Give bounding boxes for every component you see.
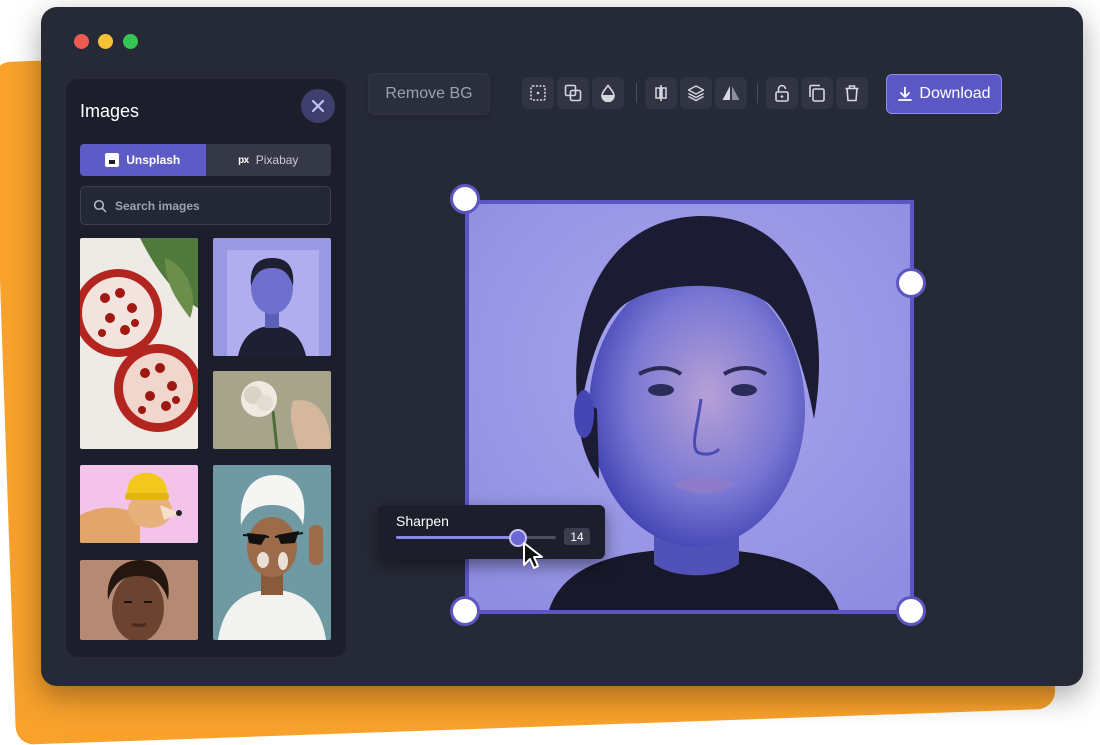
search-icon (93, 199, 107, 212)
app-window: Images Unsplash px Pixabay Search images… (41, 7, 1083, 686)
window-close-button[interactable] (74, 34, 89, 49)
grid-button[interactable] (522, 77, 554, 109)
download-button[interactable]: Download (886, 74, 1002, 114)
rose-image (213, 371, 331, 449)
download-label: Download (919, 85, 991, 102)
overlap-button[interactable] (557, 77, 589, 109)
tab-label: Pixabay (255, 153, 299, 167)
remove-bg-button[interactable]: Remove BG (368, 73, 490, 115)
download-icon (898, 86, 913, 101)
search-input[interactable] (113, 197, 317, 214)
portrait-image (213, 238, 331, 356)
duplicate-button[interactable] (801, 77, 833, 109)
unsplash-logo-icon (105, 153, 120, 167)
source-tabs: Unsplash px Pixabay (80, 144, 331, 176)
towel-woman-image (213, 465, 331, 640)
resize-handle-bottom-right[interactable] (896, 596, 926, 626)
pomegranate-image (80, 238, 198, 449)
image-thumbnail-portrait[interactable] (80, 560, 198, 640)
unlock-icon (775, 84, 789, 102)
search-box (80, 186, 331, 225)
close-icon (311, 99, 325, 113)
toolbar-separator (636, 83, 637, 103)
resize-handle-bottom-left[interactable] (450, 596, 480, 626)
toolbar-separator (757, 83, 758, 103)
grid-icon (530, 85, 546, 101)
panel-title: Images (80, 101, 140, 121)
delete-button[interactable] (836, 77, 868, 109)
duplicate-icon (809, 84, 825, 102)
image-thumbnail-rose[interactable] (213, 371, 331, 449)
align-button[interactable] (645, 77, 677, 109)
resize-handle-right[interactable] (896, 268, 926, 298)
delete-icon (845, 85, 859, 102)
opacity-drop-icon (601, 84, 615, 102)
dog-image (80, 465, 198, 543)
sharpen-slider-fill (396, 536, 518, 539)
sharpen-label: Sharpen (396, 513, 449, 529)
tab-pixabay[interactable]: px Pixabay (206, 144, 332, 176)
tab-unsplash[interactable]: Unsplash (80, 144, 206, 176)
sharpen-slider[interactable] (396, 529, 556, 547)
woman-portrait-image (80, 560, 198, 640)
lock-button[interactable] (766, 77, 798, 109)
image-thumbnail-dog[interactable] (80, 465, 198, 543)
layers-button[interactable] (680, 77, 712, 109)
window-maximize-button[interactable] (123, 34, 138, 49)
images-panel: Images Unsplash px Pixabay (66, 79, 346, 657)
sharpen-control: Sharpen 14 (378, 505, 605, 559)
overlap-icon (564, 84, 582, 102)
window-minimize-button[interactable] (98, 34, 113, 49)
image-thumbnail-pomegranates[interactable] (80, 238, 198, 449)
align-center-icon (655, 85, 667, 101)
opacity-button[interactable] (592, 77, 624, 109)
layers-icon (687, 85, 705, 102)
flip-button[interactable] (715, 77, 747, 109)
pixabay-logo-icon: px (238, 154, 249, 166)
image-thumbnail-towel-woman[interactable] (213, 465, 331, 640)
close-panel-button[interactable] (301, 89, 335, 123)
sharpen-value: 14 (564, 528, 590, 545)
flip-icon (722, 86, 740, 100)
image-thumbnail-portrait-blue[interactable] (213, 238, 331, 356)
mouse-pointer-icon (523, 542, 543, 569)
resize-handle-top-left[interactable] (450, 184, 480, 214)
tab-label: Unsplash (126, 153, 181, 167)
